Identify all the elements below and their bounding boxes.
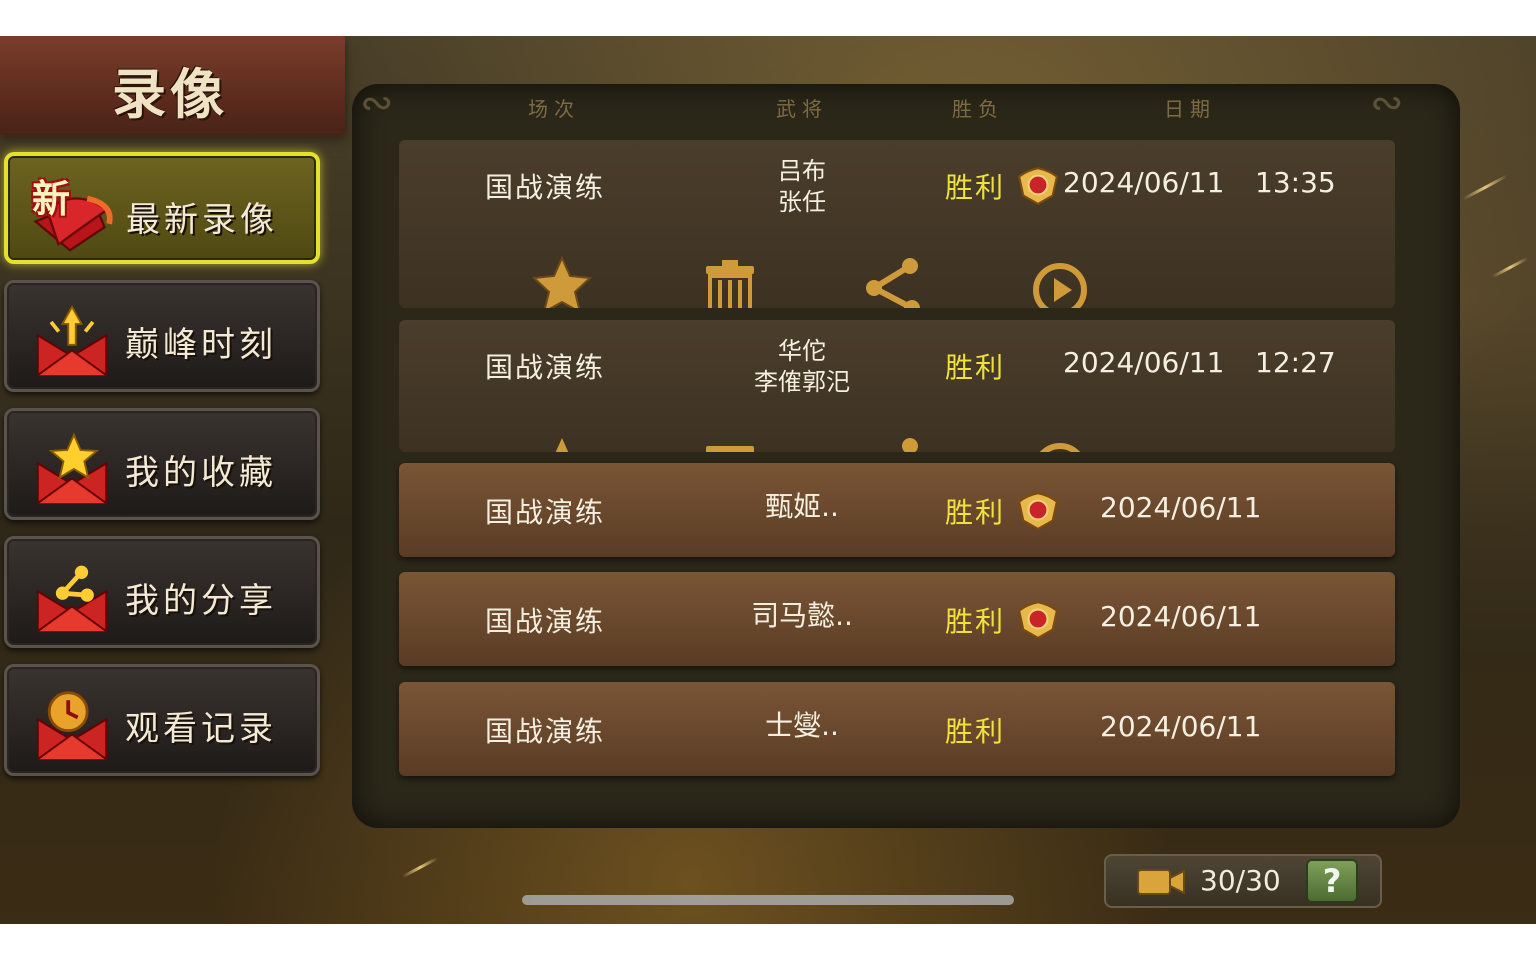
general-name: 士燮.. <box>765 709 839 742</box>
mvp-badge-icon <box>1017 601 1059 640</box>
sidebar-item-label: 最新录像 <box>126 200 278 240</box>
match-mode: 国战演练 <box>485 171 606 204</box>
video-camera-icon <box>1137 869 1185 895</box>
column-header-match: 场次 <box>528 97 580 121</box>
favorite-star-envelope-icon <box>36 432 108 505</box>
recording-count-box: 30/30 ? <box>1104 854 1382 908</box>
replay-icon[interactable] <box>1027 256 1093 308</box>
recording-row[interactable]: 国战演练 甄姬.. 胜利 2024/06/11 <box>399 463 1395 557</box>
match-result: 胜利 <box>945 496 1006 529</box>
sidebar-item-label: 我的分享 <box>125 581 277 621</box>
match-time: 13:35 <box>1255 166 1336 199</box>
recording-row[interactable]: 国战演练 士燮.. 胜利 2024/06/11 <box>399 682 1395 776</box>
recording-row[interactable]: 国战演练 司马懿.. 胜利 2024/06/11 <box>399 572 1395 666</box>
trash-icon[interactable] <box>697 256 763 308</box>
light-streak <box>1491 256 1529 279</box>
match-mode: 国战演练 <box>485 351 606 384</box>
recording-row[interactable]: 国战演练 华佗 李傕郭汜 胜利 2024/06/11 12:27 <box>399 320 1395 452</box>
recording-count: 30/30 <box>1200 864 1281 897</box>
mvp-badge-icon <box>1017 167 1059 206</box>
trash-icon[interactable] <box>697 436 763 452</box>
sidebar-item-my-favorites[interactable]: 我的收藏 <box>4 408 320 520</box>
replay-icon[interactable] <box>1027 436 1093 452</box>
share-icon[interactable] <box>859 256 925 308</box>
general-name: 甄姬.. <box>765 490 839 523</box>
share-envelope-icon <box>36 565 108 633</box>
match-date: 2024/06/11 <box>1063 346 1225 379</box>
match-result: 胜利 <box>945 715 1006 748</box>
general-name: 华佗 <box>778 337 826 365</box>
match-result: 胜利 <box>945 171 1006 204</box>
match-result: 胜利 <box>945 605 1006 638</box>
match-mode: 国战演练 <box>485 605 606 638</box>
help-button[interactable]: ? <box>1306 859 1358 903</box>
history-clock-envelope-icon <box>36 691 108 761</box>
star-icon[interactable] <box>529 256 595 308</box>
sidebar-item-label: 观看记录 <box>125 709 277 749</box>
column-header-generals: 武将 <box>776 97 828 121</box>
panel-corner-ornament-left: ∾ <box>360 80 394 126</box>
peak-moment-envelope-icon <box>36 304 108 377</box>
general-name: 张任 <box>778 188 826 216</box>
new-badge: 新 <box>32 177 71 221</box>
panel-corner-ornament-right: ∾ <box>1370 80 1404 126</box>
light-streak <box>1462 174 1508 201</box>
title-banner: 录像 <box>0 36 345 141</box>
sidebar-item-label: 我的收藏 <box>125 453 277 493</box>
sidebar-item-latest-recordings[interactable]: 新 最新录像 <box>4 152 320 264</box>
mvp-badge-icon <box>1017 492 1059 531</box>
light-streak <box>401 856 439 879</box>
match-date: 2024/06/11 <box>1063 166 1225 199</box>
match-time: 12:27 <box>1255 346 1336 379</box>
general-name: 吕布 <box>778 157 826 185</box>
match-date: 2024/06/11 <box>1100 491 1262 524</box>
star-icon[interactable] <box>529 436 595 452</box>
share-icon[interactable] <box>859 436 925 452</box>
general-name: 司马懿.. <box>751 599 853 632</box>
page-title: 录像 <box>112 62 228 126</box>
column-header-date: 日期 <box>1164 97 1216 121</box>
sidebar-item-label: 巅峰时刻 <box>125 325 277 365</box>
sidebar-item-peak-moments[interactable]: 巅峰时刻 <box>4 280 320 392</box>
match-mode: 国战演练 <box>485 715 606 748</box>
sidebar-item-watch-history[interactable]: 观看记录 <box>4 664 320 776</box>
match-result: 胜利 <box>945 351 1006 384</box>
match-date: 2024/06/11 <box>1100 710 1262 743</box>
scrollbar[interactable] <box>522 895 1014 905</box>
general-name: 李傕郭汜 <box>754 368 850 396</box>
column-header-result: 胜负 <box>952 97 1004 121</box>
match-mode: 国战演练 <box>485 496 606 529</box>
match-date: 2024/06/11 <box>1100 600 1262 633</box>
recording-row[interactable]: 国战演练 吕布 张任 胜利 2024/06/11 13:35 <box>399 140 1395 308</box>
sidebar-item-my-shares[interactable]: 我的分享 <box>4 536 320 648</box>
